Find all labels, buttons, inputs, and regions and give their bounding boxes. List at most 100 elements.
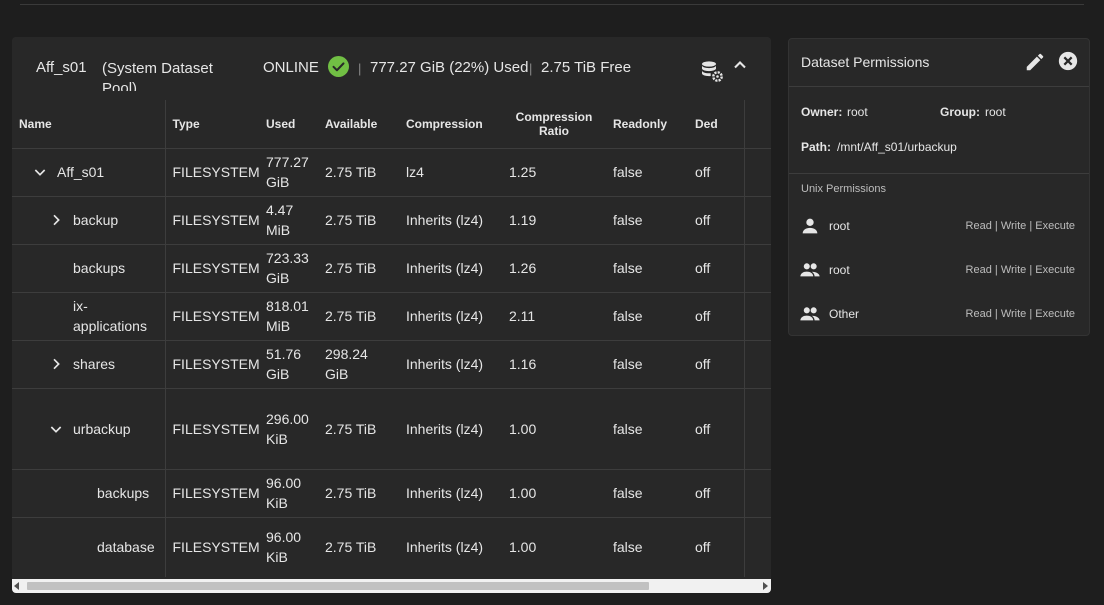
header-used[interactable]: Used	[259, 100, 318, 149]
table-row[interactable]: database FILESYSTEM 96.00 KiB 2.75 TiB I…	[12, 517, 771, 577]
chevron-up-icon[interactable]	[730, 55, 750, 75]
more-vert-icon[interactable]	[763, 208, 771, 228]
header-compression[interactable]: Compression	[399, 100, 502, 149]
cell-available: 2.75 TiB	[318, 388, 399, 470]
pool-name: Aff_s01	[36, 59, 87, 76]
more-vert-icon[interactable]	[763, 160, 771, 180]
unix-permission-row: root Read | Write | Execute	[789, 255, 1089, 285]
more-vert-icon[interactable]	[763, 256, 771, 276]
more-vert-icon[interactable]	[763, 535, 771, 555]
more-vert-icon[interactable]	[763, 416, 771, 436]
more-vert-icon[interactable]	[763, 352, 771, 372]
chevron-down-icon[interactable]	[32, 164, 48, 180]
edit-icon[interactable]	[1024, 51, 1046, 73]
scrollbar-thumb[interactable]	[27, 582, 649, 590]
cell-available: 2.75 TiB	[318, 244, 399, 293]
cell-dedup: off	[688, 244, 744, 293]
cell-used: 723.33 GiB	[259, 244, 318, 293]
cell-ratio: 2.11	[502, 292, 606, 341]
cell-actions	[743, 196, 771, 245]
cell-compression: Inherits (lz4)	[399, 388, 502, 470]
horizontal-scrollbar[interactable]	[12, 579, 771, 593]
cell-actions	[743, 292, 771, 341]
scroll-right-arrow-icon[interactable]	[763, 582, 768, 590]
pool-header: Aff_s01 (System Dataset Pool) ONLINE | 7…	[12, 37, 771, 99]
cell-compression: Inherits (lz4)	[399, 196, 502, 245]
table-row[interactable]: shares FILESYSTEM 51.76 GiB 298.24 GiB I…	[12, 340, 771, 389]
chevron-down-icon[interactable]	[48, 421, 64, 437]
cell-actions	[743, 340, 771, 389]
header-actions	[743, 100, 771, 149]
cell-used: 818.01 MiB	[259, 292, 318, 341]
table-row[interactable]: backups FILESYSTEM 723.33 GiB 2.75 TiB I…	[12, 244, 771, 293]
cell-ratio: 1.00	[502, 469, 606, 518]
table-row[interactable]: backup FILESYSTEM 4.47 MiB 2.75 TiB Inhe…	[12, 196, 771, 245]
header-name[interactable]: Name	[12, 100, 166, 149]
cell-readonly: false	[606, 388, 688, 470]
owner-value: root	[847, 105, 868, 119]
dataset-name: shares	[73, 356, 116, 372]
group-icon	[799, 303, 821, 325]
cell-available: 2.75 TiB	[318, 517, 399, 577]
path-value: /mnt/Aff_s01/urbackup	[837, 140, 957, 154]
close-icon[interactable]	[1057, 50, 1079, 72]
cell-type: FILESYSTEM	[165, 469, 259, 518]
chevron-right-icon[interactable]	[48, 212, 64, 228]
more-vert-icon[interactable]	[763, 304, 771, 324]
group-value: root	[985, 105, 1006, 119]
cell-actions	[743, 517, 771, 577]
cell-name: ix-applications	[12, 292, 166, 341]
table-row[interactable]: ix-applications FILESYSTEM 818.01 MiB 2.…	[12, 292, 771, 341]
pool-used: 777.27 GiB (22%) Used	[370, 59, 529, 76]
cell-available: 2.75 TiB	[318, 148, 399, 197]
dataset-settings-icon[interactable]	[700, 59, 724, 83]
table-row[interactable]: urbackup FILESYSTEM 296.00 KiB 2.75 TiB …	[12, 388, 771, 470]
cell-ratio: 1.25	[502, 148, 606, 197]
cell-used: 4.47 MiB	[259, 196, 318, 245]
check-circle-icon	[328, 56, 349, 77]
cell-readonly: false	[606, 148, 688, 197]
cell-type: FILESYSTEM	[165, 196, 259, 245]
table-row[interactable]: backups FILESYSTEM 96.00 KiB 2.75 TiB In…	[12, 469, 771, 518]
chevron-right-icon[interactable]	[48, 356, 64, 372]
cell-type: FILESYSTEM	[165, 292, 259, 341]
cell-actions	[743, 148, 771, 197]
table-header-row: Name Type Used Available Compression Com…	[12, 100, 771, 149]
group-icon	[799, 259, 821, 281]
unix-other-name: Other	[829, 307, 860, 321]
cell-compression: Inherits (lz4)	[399, 292, 502, 341]
cell-actions	[743, 469, 771, 518]
more-vert-icon[interactable]	[763, 481, 771, 501]
cell-readonly: false	[606, 469, 688, 518]
separator: |	[529, 61, 533, 76]
header-ratio-line2: Ratio	[539, 123, 569, 138]
header-dedup[interactable]: Ded	[688, 100, 744, 149]
cell-used: 51.76 GiB	[259, 340, 318, 389]
cell-name: backups	[12, 469, 166, 518]
cell-available: 2.75 TiB	[318, 292, 399, 341]
cell-available: 2.75 TiB	[318, 469, 399, 518]
cell-name: database	[12, 517, 166, 577]
cell-dedup: off	[688, 340, 744, 389]
separator: |	[358, 61, 362, 76]
unix-user-perms: Read | Write | Execute	[965, 220, 1075, 232]
table-row[interactable]: Aff_s01 FILESYSTEM 777.27 GiB 2.75 TiB l…	[12, 148, 771, 197]
cell-ratio: 1.00	[502, 388, 606, 470]
dataset-name: urbackup	[73, 420, 131, 437]
unix-permission-row: root Read | Write | Execute	[789, 211, 1089, 241]
header-available[interactable]: Available	[318, 100, 399, 149]
header-type[interactable]: Type	[165, 100, 259, 149]
scroll-left-arrow-icon[interactable]	[14, 582, 19, 590]
cell-type: FILESYSTEM	[165, 517, 259, 577]
cell-type: FILESYSTEM	[165, 148, 259, 197]
header-compression-ratio[interactable]: Compression Ratio	[502, 100, 606, 149]
dataset-table: Name Type Used Available Compression Com…	[12, 100, 771, 577]
pool-description: (System Dataset Pool)	[102, 60, 213, 91]
cell-type: FILESYSTEM	[165, 340, 259, 389]
header-readonly[interactable]: Readonly	[606, 100, 688, 149]
cell-used: 777.27 GiB	[259, 148, 318, 197]
cell-actions	[743, 244, 771, 293]
cell-readonly: false	[606, 196, 688, 245]
pool-status: ONLINE	[263, 59, 319, 76]
group-label: Group:	[940, 105, 980, 119]
